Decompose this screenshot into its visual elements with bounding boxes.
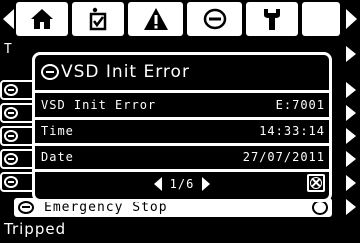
warning-icon bbox=[143, 8, 168, 30]
top-nav-bar bbox=[0, 0, 360, 38]
error-popup: VSD Init Error VSD Init Error E:7001 Tim… bbox=[32, 52, 332, 202]
row-arrow-icon[interactable] bbox=[346, 128, 356, 144]
previous-arrow-icon[interactable] bbox=[153, 177, 162, 191]
field-date: Date 27/07/2011 bbox=[41, 147, 325, 167]
stop-circle-icon bbox=[203, 8, 226, 30]
row-arrow-icon[interactable] bbox=[346, 175, 356, 191]
stop-circle-icon bbox=[18, 201, 34, 214]
field-error-code: VSD Init Error E:7001 bbox=[41, 95, 325, 115]
tab-next-page[interactable] bbox=[302, 2, 340, 36]
stop-circle-icon bbox=[4, 130, 18, 142]
stop-circle-icon bbox=[41, 64, 59, 80]
next-arrow-icon[interactable] bbox=[202, 177, 211, 191]
tab-warning[interactable] bbox=[128, 2, 183, 36]
row-arrow-icon[interactable] bbox=[346, 46, 356, 62]
status-ring-icon bbox=[312, 200, 328, 215]
wrench-icon bbox=[264, 9, 280, 30]
reset-button[interactable] bbox=[307, 174, 325, 192]
tab-stop[interactable] bbox=[187, 2, 242, 36]
pager: 1/6 bbox=[35, 174, 329, 194]
reset-icon bbox=[310, 177, 322, 189]
divider bbox=[35, 117, 329, 120]
field-value: E:7001 bbox=[275, 98, 325, 112]
row-arrow-icon[interactable] bbox=[346, 82, 356, 98]
checklist-icon bbox=[89, 7, 107, 31]
emergency-stop-label: Emergency Stop bbox=[44, 200, 168, 215]
divider bbox=[35, 143, 329, 146]
field-label: Date bbox=[41, 150, 74, 164]
tab-maintenance[interactable] bbox=[246, 2, 298, 36]
stop-circle-icon bbox=[4, 84, 18, 96]
divider bbox=[35, 90, 329, 93]
status-text: Tripped bbox=[4, 220, 67, 238]
field-time: Time 14:33:14 bbox=[41, 121, 325, 141]
popup-title: VSD Init Error bbox=[41, 62, 190, 82]
nav-left-arrow-icon[interactable] bbox=[3, 9, 14, 29]
field-label: VSD Init Error bbox=[41, 98, 157, 112]
stop-circle-icon bbox=[4, 107, 18, 119]
nav-right-arrow-icon[interactable] bbox=[346, 9, 357, 29]
popup-title-text: VSD Init Error bbox=[61, 62, 190, 82]
home-icon bbox=[31, 9, 53, 29]
page-indicator: 1/6 bbox=[169, 177, 195, 191]
tab-home[interactable] bbox=[16, 2, 68, 36]
stop-circle-icon bbox=[4, 176, 18, 188]
stop-circle-icon bbox=[4, 153, 18, 165]
row-arrow-icon[interactable] bbox=[346, 105, 356, 121]
field-value: 27/07/2011 bbox=[242, 150, 325, 164]
row-arrow-icon[interactable] bbox=[346, 151, 356, 167]
field-value: 14:33:14 bbox=[259, 124, 325, 138]
field-label: Time bbox=[41, 124, 74, 138]
divider bbox=[35, 169, 329, 172]
row-arrow-icon[interactable] bbox=[346, 199, 356, 215]
tab-checklist[interactable] bbox=[72, 2, 124, 36]
